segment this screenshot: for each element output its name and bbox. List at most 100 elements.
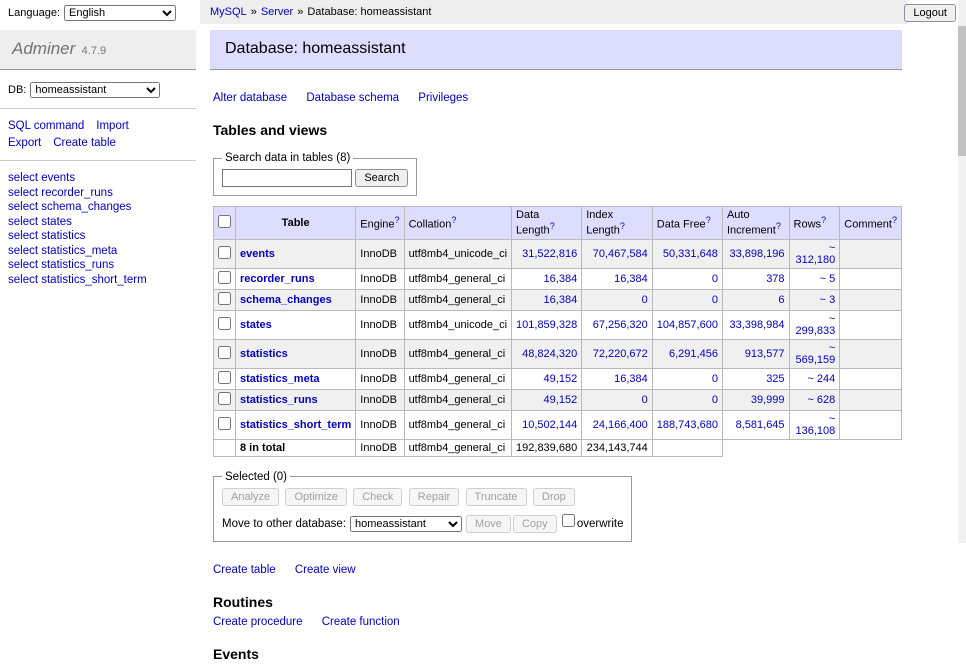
create-table-link-sidebar[interactable]: Create table: [53, 137, 116, 149]
sql-command-link[interactable]: SQL command: [8, 120, 84, 132]
repair-button[interactable]: Repair: [409, 488, 459, 506]
data-free-link[interactable]: 0: [712, 394, 718, 406]
data-length-link[interactable]: 31,522,816: [522, 248, 577, 260]
select-all-checkbox[interactable]: [218, 215, 231, 228]
table-name-link[interactable]: recorder_runs: [240, 273, 315, 285]
index-length-link[interactable]: 67,256,320: [593, 319, 648, 331]
truncate-button[interactable]: Truncate: [466, 488, 527, 506]
rows-count-link[interactable]: ~ 628: [807, 394, 835, 406]
table-name-link[interactable]: statistics_meta: [240, 373, 320, 385]
search-input[interactable]: [222, 169, 352, 187]
db-select[interactable]: homeassistant: [30, 82, 160, 98]
help-icon[interactable]: ?: [706, 215, 711, 225]
rows-count-link[interactable]: ~ 312,180: [796, 242, 836, 266]
table-name-link[interactable]: schema_changes: [240, 294, 332, 306]
scrollbar-thumb[interactable]: [958, 26, 966, 156]
export-link[interactable]: Export: [8, 137, 41, 149]
vertical-scrollbar[interactable]: [958, 0, 966, 543]
data-length-link[interactable]: 49,152: [544, 394, 578, 406]
data-length-link[interactable]: 16,384: [544, 294, 578, 306]
sidebar-item-select-statistics-runs[interactable]: select statistics_runs: [8, 259, 188, 271]
index-length-link[interactable]: 24,166,400: [593, 419, 648, 431]
check-button[interactable]: Check: [353, 488, 402, 506]
row-checkbox[interactable]: [218, 292, 231, 305]
data-free-link[interactable]: 6,291,456: [669, 348, 718, 360]
logout-button[interactable]: Logout: [904, 4, 956, 22]
rows-count-link[interactable]: ~ 244: [807, 373, 835, 385]
breadcrumb-server-link[interactable]: Server: [261, 6, 293, 18]
data-length-link[interactable]: 16,384: [544, 273, 578, 285]
data-free-link[interactable]: 0: [712, 373, 718, 385]
row-checkbox[interactable]: [218, 417, 231, 430]
auto-increment-link[interactable]: 39,999: [751, 394, 785, 406]
move-button[interactable]: Move: [466, 515, 511, 533]
auto-increment-link[interactable]: 913,577: [745, 348, 785, 360]
data-free-link[interactable]: 0: [712, 273, 718, 285]
rows-count-link[interactable]: ~ 136,108: [796, 413, 836, 437]
help-icon[interactable]: ?: [892, 215, 897, 225]
row-checkbox[interactable]: [218, 346, 231, 359]
drop-button[interactable]: Drop: [533, 488, 575, 506]
sidebar-item-select-events[interactable]: select events: [8, 172, 188, 184]
help-icon[interactable]: ?: [776, 221, 781, 231]
copy-button[interactable]: Copy: [513, 515, 557, 533]
data-free-link[interactable]: 188,743,680: [657, 419, 718, 431]
auto-increment-link[interactable]: 33,398,984: [729, 319, 784, 331]
search-button[interactable]: Search: [355, 169, 408, 187]
index-length-link[interactable]: 16,384: [614, 373, 648, 385]
row-checkbox[interactable]: [218, 317, 231, 330]
move-db-select[interactable]: homeassistant: [350, 516, 462, 532]
table-name-link[interactable]: statistics_short_term: [240, 419, 351, 431]
privileges-link[interactable]: Privileges: [418, 92, 468, 104]
help-icon[interactable]: ?: [620, 221, 625, 231]
analyze-button[interactable]: Analyze: [222, 488, 279, 506]
help-icon[interactable]: ?: [821, 215, 826, 225]
row-checkbox[interactable]: [218, 271, 231, 284]
row-checkbox[interactable]: [218, 371, 231, 384]
import-link[interactable]: Import: [96, 120, 129, 132]
create-table-link[interactable]: Create table: [213, 564, 276, 576]
create-view-link[interactable]: Create view: [295, 564, 356, 576]
sidebar-item-select-statistics-short-term[interactable]: select statistics_short_term: [8, 274, 188, 286]
data-free-link[interactable]: 104,857,600: [657, 319, 718, 331]
index-length-link[interactable]: 0: [642, 294, 648, 306]
row-checkbox[interactable]: [218, 246, 231, 259]
sidebar-item-select-statistics[interactable]: select statistics: [8, 230, 188, 242]
data-length-link[interactable]: 10,502,144: [522, 419, 577, 431]
overwrite-checkbox[interactable]: [562, 514, 575, 527]
auto-increment-link[interactable]: 325: [766, 373, 784, 385]
help-icon[interactable]: ?: [451, 215, 456, 225]
data-length-link[interactable]: 48,824,320: [522, 348, 577, 360]
index-length-link[interactable]: 70,467,584: [593, 248, 648, 260]
help-icon[interactable]: ?: [395, 215, 400, 225]
sidebar-item-select-states[interactable]: select states: [8, 216, 188, 228]
rows-count-link[interactable]: ~ 299,833: [796, 313, 836, 337]
index-length-link[interactable]: 0: [642, 394, 648, 406]
language-select[interactable]: English: [64, 5, 176, 21]
sidebar-item-select-schema-changes[interactable]: select schema_changes: [8, 201, 188, 213]
auto-increment-link[interactable]: 378: [766, 273, 784, 285]
data-free-link[interactable]: 50,331,648: [663, 248, 718, 260]
table-name-link[interactable]: states: [240, 319, 272, 331]
auto-increment-link[interactable]: 6: [778, 294, 784, 306]
row-checkbox[interactable]: [218, 392, 231, 405]
breadcrumb-mysql-link[interactable]: MySQL: [210, 6, 247, 18]
data-length-link[interactable]: 49,152: [544, 373, 578, 385]
help-icon[interactable]: ?: [550, 221, 555, 231]
rows-count-link[interactable]: ~ 5: [820, 273, 836, 285]
sidebar-item-select-recorder-runs[interactable]: select recorder_runs: [8, 187, 188, 199]
alter-database-link[interactable]: Alter database: [213, 92, 287, 104]
database-schema-link[interactable]: Database schema: [306, 92, 399, 104]
table-name-link[interactable]: statistics_runs: [240, 394, 318, 406]
sidebar-item-select-statistics-meta[interactable]: select statistics_meta: [8, 245, 188, 257]
optimize-button[interactable]: Optimize: [285, 488, 346, 506]
table-name-link[interactable]: statistics: [240, 348, 288, 360]
rows-count-link[interactable]: ~ 569,159: [796, 342, 836, 366]
table-name-link[interactable]: events: [240, 248, 275, 260]
data-length-link[interactable]: 101,859,328: [516, 319, 577, 331]
auto-increment-link[interactable]: 8,581,645: [736, 419, 785, 431]
rows-count-link[interactable]: ~ 3: [820, 294, 836, 306]
overwrite-label[interactable]: overwrite: [577, 518, 624, 530]
data-free-link[interactable]: 0: [712, 294, 718, 306]
create-function-link[interactable]: Create function: [322, 616, 400, 628]
